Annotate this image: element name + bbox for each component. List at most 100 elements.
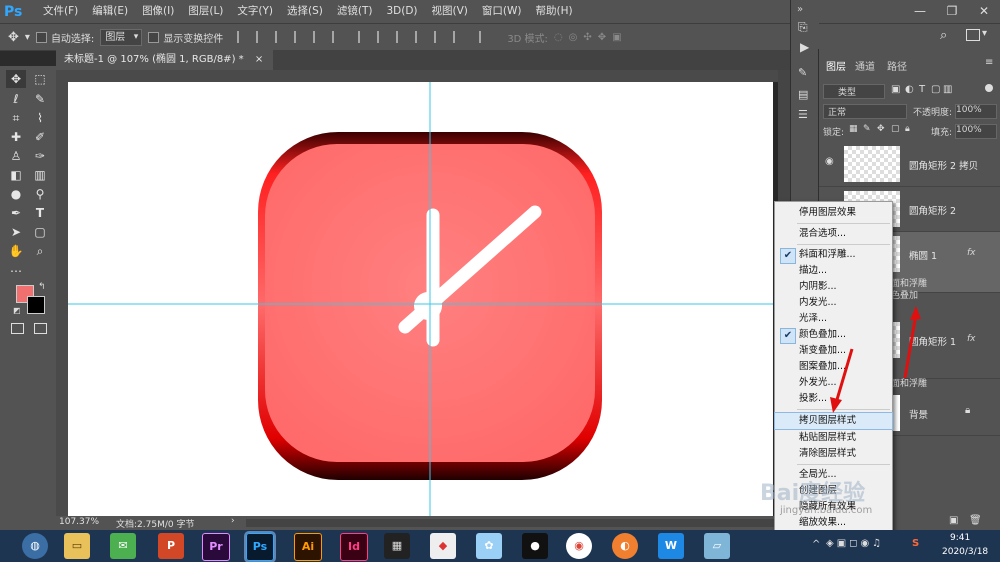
- restore-button[interactable]: ❐: [936, 0, 968, 23]
- 3d-orbit-icon[interactable]: ◌: [554, 32, 563, 43]
- blend-mode-dropdown[interactable]: 正常: [823, 104, 907, 119]
- menu-help[interactable]: 帮助(H): [529, 0, 580, 23]
- menu-item[interactable]: 清除图层样式: [775, 446, 892, 462]
- close-button[interactable]: ✕: [968, 0, 1000, 23]
- healing-brush-tool-icon[interactable]: ✚: [6, 128, 26, 146]
- delete-layer-icon[interactable]: 🗑︎: [969, 515, 982, 526]
- menu-window[interactable]: 窗口(W): [475, 0, 529, 23]
- clock-time[interactable]: 9:41: [950, 533, 970, 543]
- distribute-top-icon[interactable]: [358, 31, 372, 43]
- dock-collapse-icon[interactable]: »: [797, 4, 803, 15]
- menu-item[interactable]: 粘贴图层样式: [775, 430, 892, 446]
- quick-select-tool-icon[interactable]: ✎: [30, 90, 50, 108]
- filter-adjust-icon[interactable]: ◐: [905, 84, 914, 95]
- show-transform-checkbox[interactable]: [148, 31, 160, 43]
- tab-channels[interactable]: 通道: [855, 58, 875, 73]
- 3d-slide-icon[interactable]: ✥: [598, 32, 606, 43]
- menu-filter[interactable]: 滤镜(T): [330, 0, 380, 23]
- wechat-icon[interactable]: ✉: [110, 533, 136, 559]
- zoom-tool-icon[interactable]: ⌕: [30, 242, 50, 260]
- workspace-switcher-icon[interactable]: [966, 29, 980, 41]
- menu-image[interactable]: 图像(I): [135, 0, 181, 23]
- filter-type-icon[interactable]: T: [919, 84, 925, 95]
- close-tab-icon[interactable]: ×: [255, 54, 263, 65]
- distribute-hcenter-icon[interactable]: [434, 31, 448, 43]
- start-button-icon[interactable]: ◍: [22, 533, 48, 559]
- browser-icon[interactable]: ◐: [612, 533, 638, 559]
- eraser-tool-icon[interactable]: ◧: [6, 166, 26, 184]
- menu-file[interactable]: 文件(F): [36, 0, 85, 23]
- lock-position-icon[interactable]: ✥: [877, 124, 885, 134]
- indesign-icon[interactable]: Id: [340, 533, 368, 561]
- lock-paint-icon[interactable]: ✎: [863, 124, 871, 134]
- layer-fx-badge[interactable]: fx: [967, 248, 976, 258]
- path-select-tool-icon[interactable]: ➤: [6, 223, 26, 241]
- swap-colors-icon[interactable]: ↰: [38, 282, 46, 292]
- screen-mode-icon[interactable]: [34, 323, 47, 334]
- filter-toggle-icon[interactable]: [985, 84, 993, 92]
- tool-preset-chevron-icon[interactable]: ▾: [25, 32, 30, 43]
- menu-3d[interactable]: 3D(D): [379, 0, 424, 23]
- menu-type[interactable]: 文字(Y): [230, 0, 280, 23]
- lock-pixels-icon[interactable]: ▦: [849, 124, 858, 134]
- menu-item[interactable]: ✔ 斜面和浮雕...: [775, 247, 892, 264]
- clone-stamp-tool-icon[interactable]: ♙: [6, 147, 26, 165]
- wps-icon[interactable]: W: [658, 533, 684, 559]
- workspace-chevron-icon[interactable]: ▾: [982, 28, 987, 39]
- history-brush-tool-icon[interactable]: ✑: [30, 147, 50, 165]
- auto-select-checkbox[interactable]: [35, 31, 47, 43]
- align-top-icon[interactable]: [294, 31, 308, 43]
- layer-name[interactable]: 圆角矩形 2 拷贝: [909, 158, 978, 172]
- distribute-vcenter-icon[interactable]: [377, 31, 391, 43]
- distribute-bottom-icon[interactable]: [396, 31, 410, 43]
- align-right-icon[interactable]: [275, 31, 289, 43]
- 3d-roll-icon[interactable]: ◎: [569, 32, 578, 43]
- quick-mask-icon[interactable]: [11, 323, 24, 334]
- 3d-pan-icon[interactable]: ✣: [583, 32, 591, 43]
- crop-tool-icon[interactable]: ⌗: [6, 109, 26, 127]
- menu-item[interactable]: 内阴影...: [775, 279, 892, 295]
- illustrator-icon[interactable]: Ai: [294, 533, 322, 561]
- menu-edit[interactable]: 编辑(E): [85, 0, 135, 23]
- lock-all-icon[interactable]: 🔒︎: [905, 124, 910, 134]
- chrome-icon[interactable]: ◉: [566, 533, 592, 559]
- default-colors-icon[interactable]: ◩: [13, 306, 21, 315]
- layer-name[interactable]: 椭圆 1: [909, 248, 937, 262]
- move-tool-icon[interactable]: ✥: [6, 70, 26, 88]
- powerpoint-icon[interactable]: P: [158, 533, 184, 559]
- blur-tool-icon[interactable]: ●: [6, 185, 26, 203]
- layer-row[interactable]: ◉ 圆角矩形 2 拷贝: [819, 142, 1000, 187]
- document-tab[interactable]: 未标题-1 @ 107% (椭圆 1, RGB/8#) * ×: [56, 50, 274, 70]
- fill-input[interactable]: 100%: [955, 124, 997, 139]
- file-explorer-icon[interactable]: ▭: [64, 533, 90, 559]
- lock-artboard-icon[interactable]: ▢: [891, 124, 900, 134]
- filter-smart-icon[interactable]: ▥: [943, 84, 952, 95]
- marquee-tool-icon[interactable]: ⬚: [30, 70, 50, 88]
- layer-fx-badge[interactable]: fx: [967, 334, 976, 344]
- zoom-level[interactable]: 107.37%: [59, 517, 99, 527]
- eyedropper-tool-icon[interactable]: ⌇: [30, 109, 50, 127]
- menu-item[interactable]: 混合选项...: [775, 226, 892, 242]
- gradient-tool-icon[interactable]: ▥: [30, 166, 50, 184]
- distribute-right-icon[interactable]: [453, 31, 467, 43]
- bird-app-icon[interactable]: ✿: [476, 533, 502, 559]
- adjustments-panel-icon[interactable]: ▤: [798, 88, 808, 101]
- menu-layer[interactable]: 图层(L): [181, 0, 230, 23]
- actions-play-icon[interactable]: ▶: [800, 40, 809, 54]
- minimize-button[interactable]: —: [904, 0, 936, 23]
- horizontal-scrollbar[interactable]: [246, 519, 776, 527]
- align-bottom-icon[interactable]: [332, 31, 346, 43]
- background-color-swatch[interactable]: [27, 296, 45, 314]
- visibility-eye-icon[interactable]: ◉: [825, 156, 834, 167]
- app-icon[interactable]: ◆: [430, 533, 456, 559]
- tab-paths[interactable]: 路径: [887, 58, 907, 73]
- filter-shape-icon[interactable]: ▢: [931, 84, 940, 95]
- tab-layers[interactable]: 图层: [826, 58, 846, 73]
- more-tools-icon[interactable]: ⋯: [6, 262, 26, 280]
- history-panel-icon[interactable]: ⎘: [798, 20, 808, 35]
- lasso-tool-icon[interactable]: ℓ: [6, 90, 26, 108]
- menu-item[interactable]: 描边...: [775, 263, 892, 279]
- layer-name[interactable]: 圆角矩形 2: [909, 203, 956, 217]
- align-hcenter-icon[interactable]: [256, 31, 270, 43]
- align-left-icon[interactable]: [237, 31, 251, 43]
